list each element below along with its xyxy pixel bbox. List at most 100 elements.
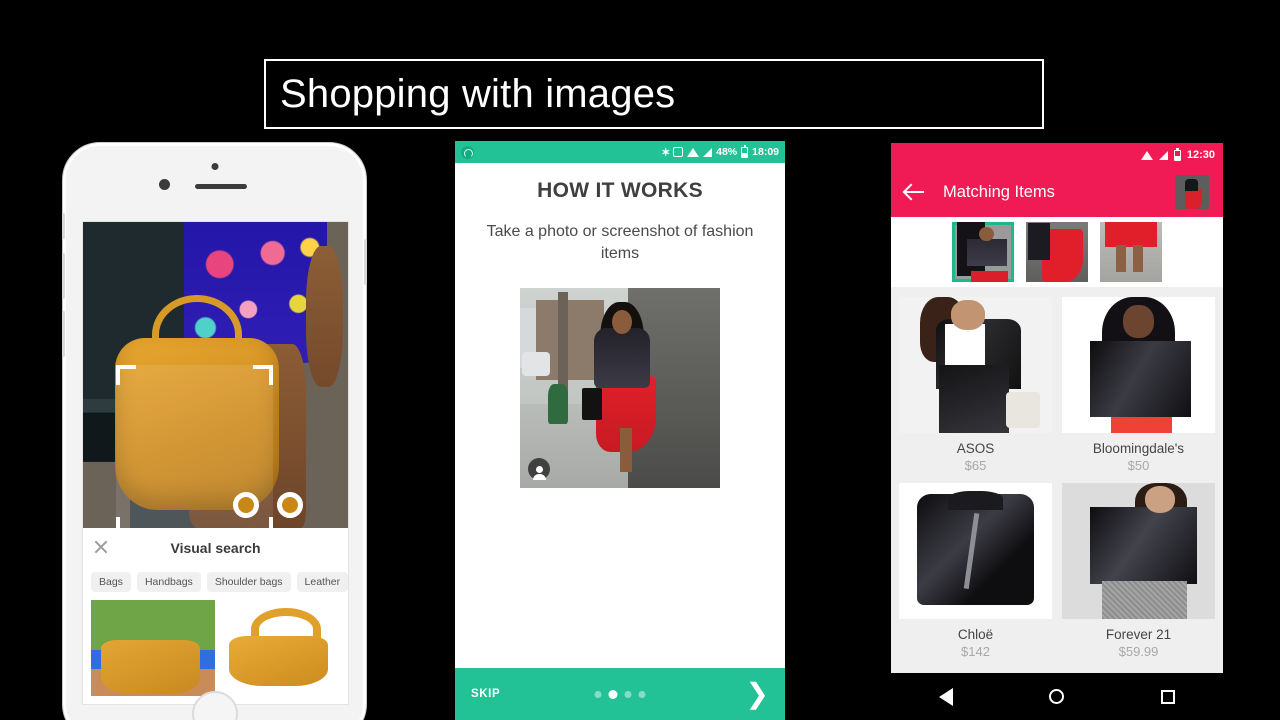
- source-photo-thumbnail[interactable]: [1175, 175, 1209, 209]
- whatsapp-icon: [461, 145, 474, 159]
- battery-icon: [1173, 147, 1181, 161]
- app-bar-title: Matching Items: [943, 182, 1055, 201]
- nav-back-icon[interactable]: [939, 687, 954, 706]
- alarm-icon: [673, 147, 684, 157]
- visual-search-sheet: Visual search Bags Handbags Shoulder bag…: [83, 528, 348, 704]
- product-price: $142: [961, 644, 990, 659]
- device-button-mute: [62, 213, 65, 239]
- crop-thumbnail-shoes[interactable]: [1100, 222, 1162, 282]
- results-grid: ASOS $65 Bloomingdale's $50 Chloë $142 F…: [891, 287, 1223, 673]
- detection-dot-icon[interactable]: [233, 492, 259, 518]
- visual-search-header: Visual search: [83, 528, 348, 568]
- crop-leg: [1116, 244, 1127, 273]
- crop-thumbnail-jacket[interactable]: [952, 222, 1014, 282]
- visual-search-title: Visual search: [170, 540, 261, 556]
- crop-thumbnail-strip: [891, 217, 1223, 287]
- status-bar-clock: 18:09: [752, 146, 779, 158]
- device-button-volume-up: [62, 253, 65, 299]
- battery-icon: [741, 144, 749, 158]
- product-brand: Bloomingdale's: [1092, 441, 1185, 456]
- product-card[interactable]: Bloomingdale's $50: [1062, 297, 1215, 473]
- filter-chip-leather[interactable]: Leather: [296, 572, 348, 592]
- page-dot[interactable]: [638, 690, 646, 698]
- nav-home-icon[interactable]: [1049, 689, 1065, 704]
- results-row: Chloë $142 Forever 21 $59.99: [899, 483, 1215, 659]
- scene-arm: [305, 246, 343, 388]
- page-title-box: Shopping with images: [264, 59, 1044, 129]
- photo-legs: [620, 428, 632, 473]
- iphone-device-frame: Visual search Bags Handbags Shoulder bag…: [62, 142, 367, 720]
- detection-dot-icon[interactable]: [277, 492, 303, 518]
- crop-red: [970, 271, 1008, 282]
- onboarding-footer: SKIP ❯: [455, 668, 785, 720]
- status-bar: 48% 18:09: [455, 141, 785, 163]
- photo-car: [522, 352, 550, 377]
- result-thumbnail[interactable]: [91, 600, 215, 696]
- filter-chip-list: Bags Handbags Shoulder bags Leather: [83, 568, 348, 600]
- camera-view[interactable]: [83, 222, 348, 528]
- onboarding-subtitle: Take a photo or screenshot of fashion it…: [486, 223, 754, 262]
- filter-chip-shoulder-bags[interactable]: Shoulder bags: [206, 572, 291, 592]
- back-arrow-icon[interactable]: [905, 182, 925, 202]
- skip-button[interactable]: SKIP: [471, 688, 500, 700]
- product-image: [1062, 483, 1215, 619]
- photo-leather-jacket: [594, 328, 650, 389]
- device-button-power: [364, 239, 367, 285]
- product-brand: ASOS: [956, 441, 995, 456]
- visual-search-results: [83, 600, 348, 696]
- product-image: [1062, 297, 1215, 433]
- photo-handbag: [582, 388, 602, 421]
- bluetooth-icon: [661, 147, 669, 158]
- earpiece-speaker: [195, 184, 247, 189]
- crop-red-hem: [1104, 222, 1158, 248]
- status-bar-indicators: 48% 18:09: [661, 144, 779, 158]
- panel-matching-items: 12:30 Matching Items ASOS $65 Bloomingda…: [891, 143, 1223, 720]
- status-bar-notifications: [461, 145, 474, 159]
- wifi-icon: [687, 147, 700, 157]
- filter-chip-bags[interactable]: Bags: [91, 572, 131, 592]
- product-card[interactable]: ASOS $65: [899, 297, 1052, 473]
- panel-onboarding: 48% 18:09 HOW IT WORKS Take a photo or s…: [455, 141, 785, 720]
- page-dot[interactable]: [624, 690, 632, 698]
- product-card[interactable]: Forever 21 $59.99: [1062, 483, 1215, 659]
- photo-bin: [548, 384, 568, 425]
- crop-jacket-shape: [966, 238, 1007, 267]
- filter-chip-handbags[interactable]: Handbags: [136, 572, 201, 592]
- device-button-volume-down: [62, 311, 65, 357]
- iphone-screen: Visual search Bags Handbags Shoulder bag…: [82, 221, 349, 705]
- onboarding-body: HOW IT WORKS Take a photo or screenshot …: [455, 163, 785, 489]
- wifi-icon: [1140, 150, 1153, 160]
- product-image: [899, 483, 1052, 619]
- sensor-icon: [159, 179, 170, 190]
- crop-thumbnail-skirt[interactable]: [1026, 222, 1088, 282]
- page-indicator: [594, 689, 646, 699]
- thumb-jacket: [1184, 179, 1199, 191]
- close-icon[interactable]: [93, 539, 109, 555]
- product-card[interactable]: Chloë $142: [899, 483, 1052, 659]
- page-dot-active[interactable]: [608, 689, 618, 699]
- detection-dot-markers: [233, 492, 303, 518]
- signal-icon: [703, 147, 713, 157]
- status-bar-clock: 12:30: [1186, 149, 1215, 161]
- product-brand: Chloë: [957, 627, 994, 642]
- status-bar: 12:30: [891, 143, 1223, 167]
- results-row: ASOS $65 Bloomingdale's $50: [899, 297, 1215, 473]
- app-bar: Matching Items: [891, 167, 1223, 217]
- signal-icon: [1158, 150, 1168, 160]
- page-title: Shopping with images: [280, 71, 676, 116]
- result-thumbnail[interactable]: [216, 600, 340, 696]
- panel-iphone-visual-search: Visual search Bags Handbags Shoulder bag…: [42, 140, 387, 720]
- product-price: $50: [1127, 458, 1150, 473]
- slide-root: Shopping with images Visual search Bags …: [0, 0, 1280, 720]
- chevron-right-icon[interactable]: ❯: [746, 680, 769, 708]
- battery-percent-label: 48%: [716, 146, 738, 158]
- onboarding-photo[interactable]: [520, 288, 720, 489]
- product-price: $59.99: [1118, 644, 1159, 659]
- page-dot[interactable]: [594, 690, 602, 698]
- onboarding-heading: HOW IT WORKS: [537, 179, 703, 202]
- thumb-red-skirt: [1185, 189, 1202, 209]
- crop-jacket-shape: [1028, 223, 1050, 261]
- nav-recents-icon[interactable]: [1160, 689, 1175, 704]
- product-brand: Forever 21: [1105, 627, 1172, 642]
- product-price: $65: [964, 458, 987, 473]
